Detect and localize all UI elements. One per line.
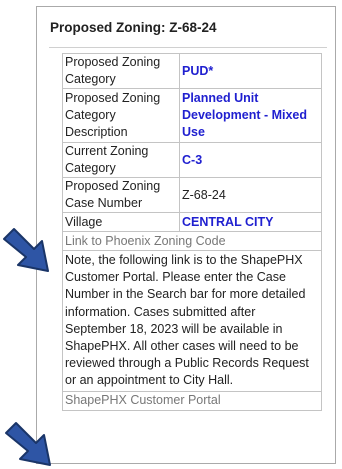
row-label: Proposed Zoning Case Number: [62, 177, 180, 213]
table-row: Link to Phoenix Zoning Code: [62, 231, 322, 251]
row-value: C-3: [179, 142, 322, 178]
arrow-shape: [5, 422, 51, 466]
zoning-code-cell: Link to Phoenix Zoning Code: [62, 231, 322, 251]
pointing-arrow-icon: [5, 422, 51, 466]
page: Proposed Zoning: Z-68-24 Proposed Zoning…: [0, 0, 342, 469]
table-row: ShapePHX Customer Portal: [62, 390, 322, 411]
title-divider: [49, 47, 327, 48]
row-value: Z-68-24: [179, 177, 322, 213]
portal-note: Note, the following link is to the Shape…: [62, 250, 322, 392]
row-value: Planned Unit Development - Mixed Use: [179, 88, 322, 143]
table-row: Proposed Zoning Category PUD*: [62, 53, 322, 89]
zoning-popup: Proposed Zoning: Z-68-24 Proposed Zoning…: [36, 6, 336, 464]
arrow-shape: [3, 228, 49, 272]
row-label: Current Zoning Category: [62, 142, 180, 178]
table-row: Village CENTRAL CITY: [62, 212, 322, 232]
row-label: Village: [62, 212, 180, 232]
table-row: Proposed Zoning Category Description Pla…: [62, 88, 322, 143]
customer-portal-cell: ShapePHX Customer Portal: [62, 390, 322, 411]
table-row: Current Zoning Category C-3: [62, 142, 322, 178]
row-value: PUD*: [179, 53, 322, 89]
attribute-table: Proposed Zoning Category PUD* Proposed Z…: [62, 53, 322, 411]
zoning-code-link[interactable]: Link to Phoenix Zoning Code: [65, 234, 226, 248]
table-row: Proposed Zoning Case Number Z-68-24: [62, 177, 322, 213]
pointing-arrow-icon: [3, 228, 49, 272]
popup-title: Proposed Zoning: Z-68-24: [50, 20, 217, 35]
table-row: Note, the following link is to the Shape…: [62, 250, 322, 392]
row-label: Proposed Zoning Category: [62, 53, 180, 89]
row-label: Proposed Zoning Category Description: [62, 88, 180, 143]
row-value: CENTRAL CITY: [179, 212, 322, 232]
customer-portal-link[interactable]: ShapePHX Customer Portal: [65, 393, 221, 407]
